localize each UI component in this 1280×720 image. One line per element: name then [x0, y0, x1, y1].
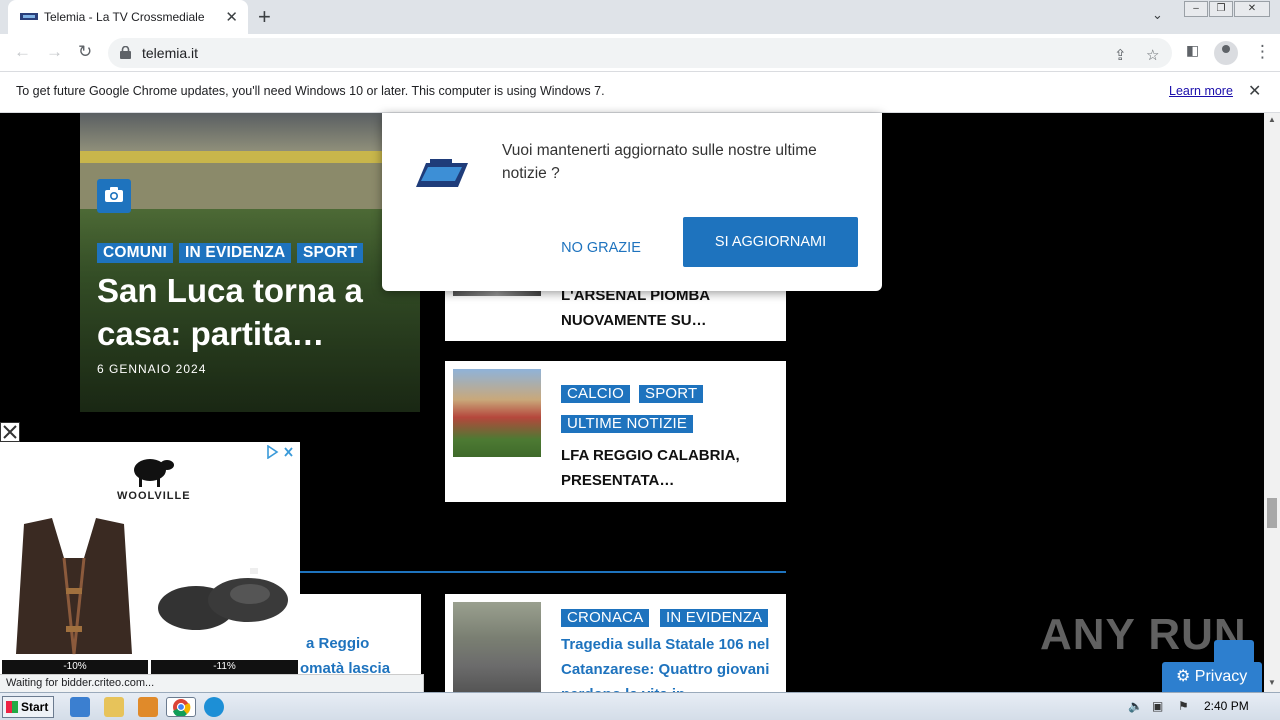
bookmark-star-icon[interactable]: ☆ — [1146, 46, 1159, 64]
address-bar[interactable]: telemia.it ⇪ ☆ — [108, 38, 1172, 68]
scroll-to-top-button[interactable] — [1214, 640, 1254, 662]
card-tag-in-evidenza[interactable]: IN EVIDENZA — [660, 609, 769, 627]
lock-icon — [120, 46, 131, 59]
hero-date-text: 6 GENNAIO 2024 — [97, 362, 207, 376]
hero-fence — [80, 151, 420, 163]
edge-icon[interactable] — [204, 697, 224, 717]
hero-title[interactable]: San Luca torna a casa: partita… — [97, 269, 397, 355]
share-icon[interactable]: ⇪ — [1114, 46, 1127, 64]
start-button[interactable]: Start — [2, 696, 54, 718]
ie-icon[interactable] — [70, 697, 90, 717]
card-tag-ultime-notizie[interactable]: ULTIME NOTIZIE — [561, 415, 694, 433]
card-tag-sport[interactable]: SPORT — [639, 385, 704, 403]
hero-track — [80, 163, 420, 209]
network-icon[interactable]: ▣ — [1152, 699, 1163, 713]
telemia-favicon-icon — [20, 13, 38, 20]
card-tag-calcio[interactable]: CALCIO — [561, 385, 631, 403]
hero-tag-sport[interactable]: SPORT — [297, 243, 364, 263]
card-thumbnail — [453, 602, 541, 692]
card-tag-cronaca[interactable]: CRONACA — [561, 609, 650, 627]
scrollbar-thumb[interactable] — [1267, 498, 1277, 528]
start-label: Start — [21, 700, 49, 714]
browser-tab[interactable]: Telemia - La TV Crossmediale ✕ — [8, 0, 248, 34]
hero-date: 6 GENNAIO 2024 — [97, 362, 206, 376]
restore-icon[interactable]: ❐ — [1209, 1, 1233, 17]
tab-search-chevron-icon[interactable]: ⌄ — [1152, 7, 1163, 23]
loading-status: Waiting for bidder.criteo.com... — [0, 674, 424, 692]
section-divider — [300, 571, 786, 573]
sheep-logo-icon — [134, 459, 174, 487]
privacy-button[interactable]: ⚙ Privacy — [1162, 662, 1262, 692]
side-panel-icon[interactable]: ◧ — [1186, 42, 1199, 59]
page-scrollbar[interactable]: ▲ ▼ — [1264, 113, 1280, 692]
subscribe-button[interactable]: SI AGGIORNAMI — [683, 217, 858, 267]
chrome-icon[interactable] — [166, 697, 196, 718]
ad-close-icon[interactable] — [0, 422, 20, 442]
infobar-close-icon[interactable]: ✕ — [1248, 81, 1261, 101]
privacy-label: Privacy — [1194, 668, 1248, 685]
profile-avatar-icon[interactable] — [1214, 41, 1238, 65]
advertisement[interactable]: WOOLVILLE -10% -11% — [0, 442, 300, 677]
tab-strip: Telemia - La TV Crossmediale ✕ + ⌄ – ❐ ✕ — [0, 0, 1280, 34]
taskbar-clock: 2:40 PM — [1204, 699, 1249, 713]
windows-logo-icon — [6, 701, 18, 713]
scroll-up-icon[interactable]: ▲ — [1268, 115, 1276, 124]
news-card[interactable]: CRONACA IN EVIDENZA Tragedia sulla Stata… — [445, 594, 786, 692]
hero-stands — [80, 113, 420, 151]
update-infobar: To get future Google Chrome updates, you… — [0, 72, 1280, 113]
camera-icon[interactable] — [97, 179, 131, 213]
window-close-icon[interactable]: ✕ — [1234, 1, 1270, 17]
vest-product-image — [16, 518, 132, 655]
slippers-product-image — [158, 568, 288, 630]
learn-more-link[interactable]: Learn more — [1169, 84, 1233, 98]
minimize-icon[interactable]: – — [1184, 1, 1208, 17]
subscribe-popup: Vuoi mantenerti aggiornato sulle nostre … — [382, 113, 882, 291]
hero-tag-in-evidenza[interactable]: IN EVIDENZA — [179, 243, 292, 263]
windows-taskbar: Start 🔈 ▣ ⚑ 2:40 PM — [0, 692, 1280, 720]
infobar-message: To get future Google Chrome updates, you… — [16, 84, 605, 98]
media-player-icon[interactable] — [138, 697, 158, 717]
back-arrow-icon[interactable]: ← — [14, 42, 31, 62]
gear-icon: ⚙ — [1176, 668, 1191, 685]
card-thumbnail — [453, 369, 541, 457]
tab-title: Telemia - La TV Crossmediale — [44, 10, 205, 24]
telemia-logo — [416, 159, 468, 187]
news-card[interactable]: CALCIO SPORT ULTIME NOTIZIE LFA REGGIO C… — [445, 361, 786, 502]
new-tab-icon[interactable]: + — [258, 4, 271, 30]
url-text: telemia.it — [142, 45, 199, 61]
tab-close-icon[interactable]: ✕ — [225, 8, 238, 26]
browser-toolbar: ← → ↻ telemia.it ⇪ ☆ ◧ ⋮ — [0, 34, 1280, 72]
ad-brand: WOOLVILLE — [117, 490, 191, 502]
hero-tag-comuni[interactable]: COMUNI — [97, 243, 174, 263]
volume-icon[interactable]: 🔈 — [1128, 699, 1143, 713]
forward-arrow-icon[interactable]: → — [46, 42, 63, 62]
card-title[interactable]: LFA REGGIO CALABRIA, PRESENTATA… — [561, 443, 771, 493]
card-title[interactable]: Tragedia sulla Statale 106 nel Catanzare… — [561, 632, 779, 692]
card-title-line1[interactable]: a Reggio — [306, 631, 421, 656]
action-center-flag-icon[interactable]: ⚑ — [1178, 699, 1189, 713]
reload-icon[interactable]: ↻ — [78, 42, 92, 62]
popup-question: Vuoi mantenerti aggiornato sulle nostre … — [502, 142, 817, 182]
menu-kebab-icon[interactable]: ⋮ — [1254, 42, 1271, 62]
no-thanks-button[interactable]: NO GRAZIE — [542, 233, 660, 263]
adchoices-icon[interactable] — [266, 445, 294, 459]
scroll-down-icon[interactable]: ▼ — [1268, 678, 1276, 687]
explorer-folder-icon[interactable] — [104, 697, 124, 717]
